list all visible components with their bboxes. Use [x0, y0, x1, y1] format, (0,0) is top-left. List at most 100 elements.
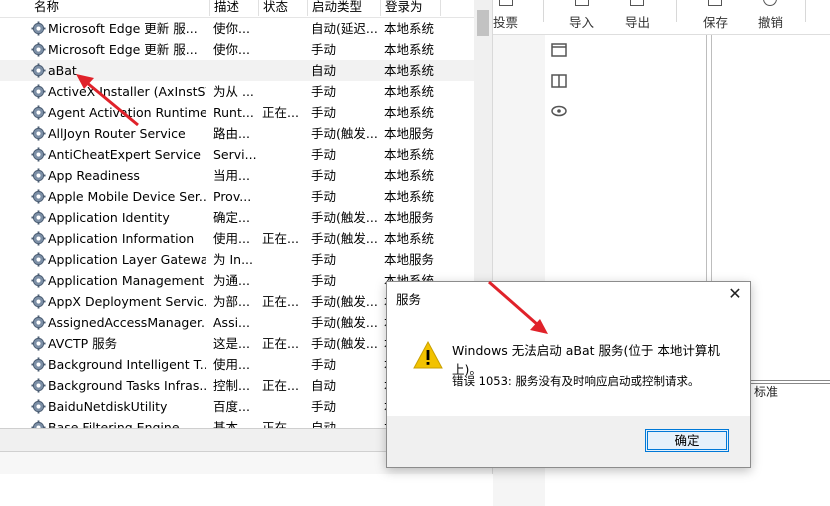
service-logon: 本地系统: [384, 231, 435, 246]
service-desc: 使你...: [213, 42, 250, 57]
service-logon: 本地系统: [384, 105, 435, 120]
table-row[interactable]: Apple Mobile Device Ser... Prov... 手动 本地系统: [0, 186, 474, 207]
services-header: 名称 描述 状态 启动类型 登录为: [0, 0, 474, 18]
save-button[interactable]: 保存: [703, 12, 728, 31]
service-name: AVCTP 服务: [48, 336, 118, 351]
undo-button[interactable]: 撤销: [758, 12, 783, 31]
column-state-header[interactable]: 状态: [259, 0, 308, 16]
gear-icon: [31, 378, 46, 393]
service-startup: 手动: [311, 168, 337, 183]
service-logon: 本地系统: [384, 189, 435, 204]
table-row[interactable]: AntiCheatExpert Service Servi... 手动 本地系统: [0, 144, 474, 165]
table-row[interactable]: ActiveX Installer (AxInstSV) 为从 ... 手动 本地系统: [0, 81, 474, 102]
service-name: Application Identity: [48, 210, 170, 225]
service-startup: 手动(触发...: [311, 126, 378, 141]
app-toolbar: 投票 导入 导出 保存 撤销: [493, 0, 830, 35]
table-row[interactable]: Application Identity 确定... 手动(触发... 本地服务: [0, 207, 474, 228]
table-row[interactable]: Application Information 使用... 正在... 手动(触发..…: [0, 228, 474, 249]
service-name: Background Intelligent T...: [48, 357, 206, 372]
service-state: [262, 123, 306, 144]
column-logon-header[interactable]: 登录为: [381, 0, 441, 16]
service-logon: 本地服务: [384, 210, 435, 225]
service-name: aBat: [48, 63, 77, 78]
import-button[interactable]: 导入: [569, 12, 594, 31]
dialog-error-detail: 错误 1053: 服务没有及时响应启动或控制请求。: [452, 374, 700, 388]
service-name: BaiduNetdiskUtility: [48, 399, 168, 414]
service-state: [262, 354, 306, 375]
table-row[interactable]: Microsoft Edge 更新 服... 使你... 手动 本地系统: [0, 39, 474, 60]
gear-icon: [31, 231, 46, 246]
gear-icon: [31, 294, 46, 309]
table-row[interactable]: App Readiness 当用... 手动 本地系统: [0, 165, 474, 186]
service-name: Microsoft Edge 更新 服...: [48, 42, 198, 57]
eye-icon[interactable]: [551, 105, 567, 117]
table-row[interactable]: Microsoft Edge 更新 服... 使你... 自动(延迟... 本地系统: [0, 18, 474, 39]
service-startup: 手动(触发...: [311, 315, 378, 330]
service-desc: Prov...: [213, 189, 252, 204]
service-startup: 手动(触发...: [311, 231, 378, 246]
service-name: Background Tasks Infras...: [48, 378, 206, 393]
service-startup: 手动: [311, 273, 337, 288]
export-button[interactable]: 导出: [625, 12, 650, 31]
service-desc: 确定...: [213, 210, 250, 225]
service-desc: 为从 ...: [213, 84, 254, 99]
service-startup: 自动: [311, 378, 337, 393]
service-startup: 手动: [311, 147, 337, 162]
gear-icon: [31, 84, 46, 99]
service-state: [262, 249, 306, 270]
table-row[interactable]: Agent Activation Runtime... Runt... 正在... 手…: [0, 102, 474, 123]
close-icon[interactable]: ✕: [727, 286, 743, 302]
table-row[interactable]: Application Layer Gatewa... 为 In... 手动 本地服务: [0, 249, 474, 270]
side-tools-icons: [551, 43, 567, 117]
service-state: [262, 60, 306, 81]
service-startup: 手动(触发...: [311, 336, 378, 351]
service-startup: 手动: [311, 84, 337, 99]
gear-icon: [31, 273, 46, 288]
service-logon: 本地系统: [384, 42, 435, 57]
service-startup: 手动: [311, 189, 337, 204]
service-state: [262, 186, 306, 207]
scrollbar-thumb[interactable]: [477, 10, 489, 36]
ok-button[interactable]: 确定: [645, 429, 729, 452]
service-desc: Runt...: [213, 105, 254, 120]
column-name-header[interactable]: 名称: [28, 0, 210, 16]
service-state: 正在...: [262, 105, 299, 120]
service-name: Application Layer Gatewa...: [48, 252, 206, 267]
service-state: [262, 207, 306, 228]
service-name: AssignedAccessManager...: [48, 315, 206, 330]
layout-columns-icon[interactable]: [551, 74, 567, 88]
service-state: [262, 396, 306, 417]
gear-icon: [31, 315, 46, 330]
service-name: AllJoyn Router Service: [48, 126, 186, 141]
service-name: Apple Mobile Device Ser...: [48, 189, 206, 204]
service-logon: 本地系统: [384, 63, 435, 78]
column-startup-header[interactable]: 启动类型: [308, 0, 381, 16]
service-desc: Assi...: [213, 315, 250, 330]
vote-button[interactable]: 投票: [493, 12, 518, 31]
service-state: 正在...: [262, 336, 299, 351]
table-row[interactable]: aBat 自动 本地系统: [0, 60, 474, 81]
layout-top-icon[interactable]: [551, 43, 567, 57]
service-startup: 手动(触发...: [311, 294, 378, 309]
service-desc: 百度...: [213, 399, 250, 414]
service-logon: 本地系统: [384, 147, 435, 162]
column-desc-header[interactable]: 描述: [210, 0, 259, 16]
gear-icon: [31, 168, 46, 183]
service-state: 正在...: [262, 294, 299, 309]
export-icon: [630, 0, 644, 6]
gear-icon: [31, 126, 46, 141]
service-desc: 使你...: [213, 21, 250, 36]
side-tab-label[interactable]: 标准: [754, 383, 778, 400]
warning-icon: [413, 340, 443, 369]
table-row[interactable]: AllJoyn Router Service 路由... 手动(触发... 本地服务: [0, 123, 474, 144]
gear-icon: [31, 399, 46, 414]
service-logon: 本地系统: [384, 168, 435, 183]
service-startup: 手动(触发...: [311, 210, 378, 225]
service-state: 正在...: [262, 231, 299, 246]
service-desc: [213, 60, 258, 81]
service-desc: 为部...: [213, 294, 250, 309]
service-desc: 控制...: [213, 378, 250, 393]
service-logon: 本地系统: [384, 84, 435, 99]
import-icon: [575, 0, 589, 6]
service-name: Microsoft Edge 更新 服...: [48, 21, 198, 36]
